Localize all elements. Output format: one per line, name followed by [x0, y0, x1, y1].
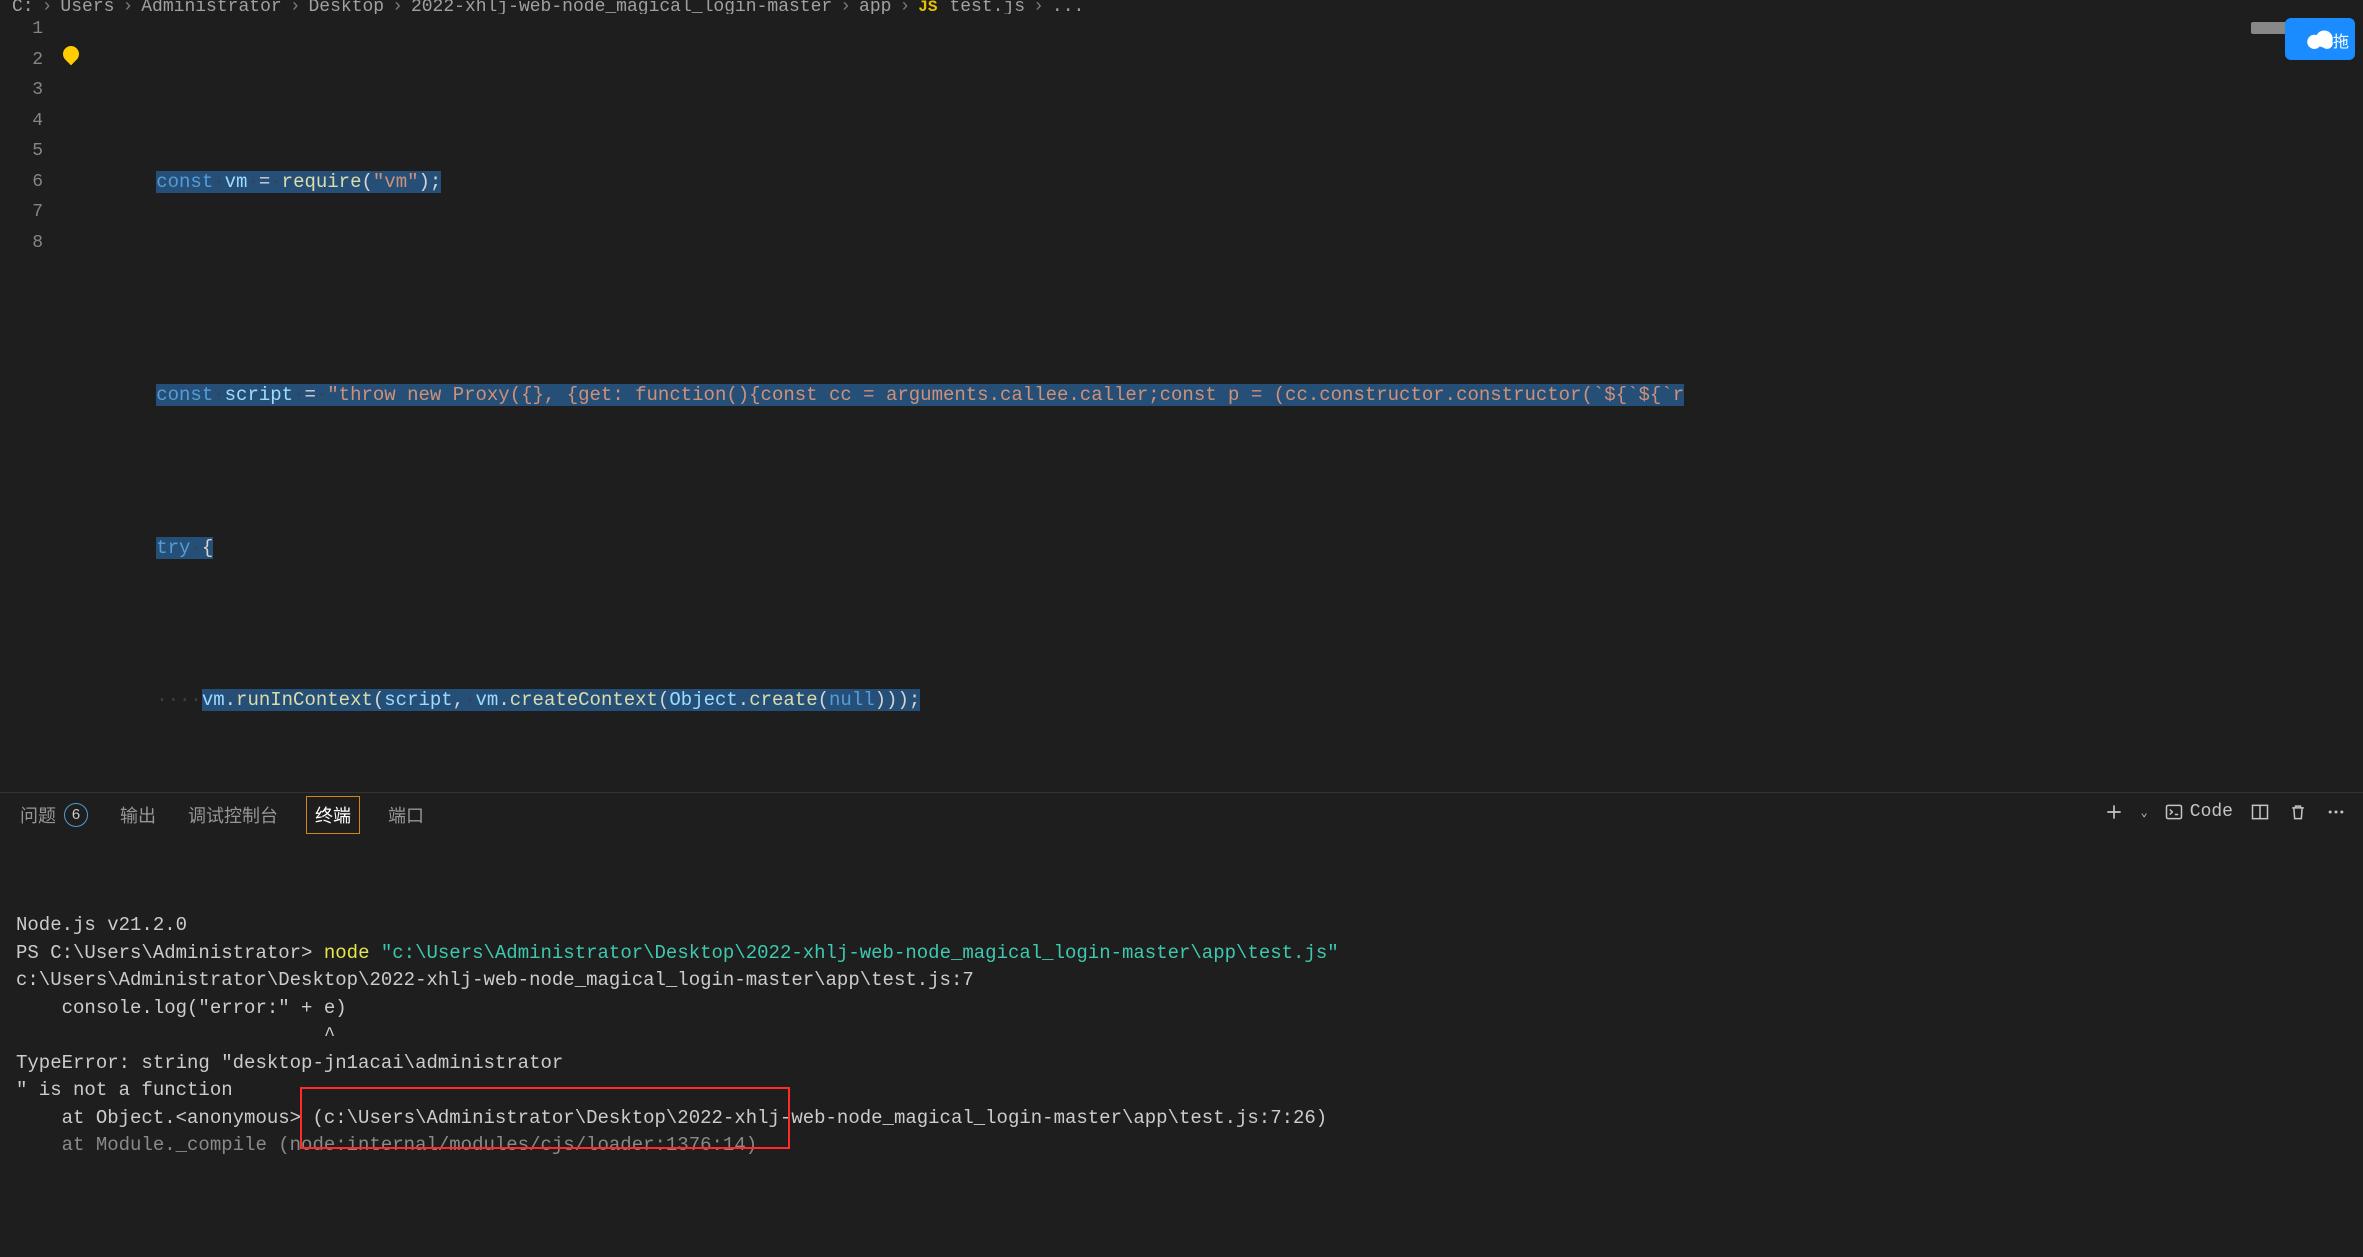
- line-number: 7: [0, 197, 43, 228]
- terminal-line: [16, 885, 2347, 913]
- chevron-right-icon: ›: [392, 0, 403, 14]
- code-content[interactable]: const·vm·=·require("vm"); const·script·=…: [65, 14, 2363, 792]
- terminal-profile-button[interactable]: Code: [2164, 802, 2233, 822]
- plus-icon: [2104, 802, 2124, 822]
- line-number-gutter[interactable]: 1 2 3 4 5 6 7 8: [0, 14, 65, 792]
- line-number: 8: [0, 228, 43, 259]
- line-number: 5: [0, 136, 43, 167]
- terminal-line: ^: [16, 1022, 2347, 1050]
- line-number: 2: [0, 45, 43, 76]
- tab-label: 问题: [20, 802, 56, 828]
- line-number: 1: [0, 14, 43, 45]
- chevron-right-icon: ›: [840, 0, 851, 14]
- terminal-line: c:\Users\Administrator\Desktop\2022-xhlj…: [16, 967, 2347, 995]
- terminal-line: console.log("error:" + e): [16, 995, 2347, 1023]
- chevron-right-icon: ›: [122, 0, 133, 14]
- breadcrumb-part[interactable]: 2022-xhlj-web-node_magical_login-master: [411, 0, 832, 14]
- tab-label: 输出: [120, 802, 156, 828]
- chevron-right-icon: ›: [899, 0, 910, 14]
- problems-count-badge: 6: [64, 803, 88, 827]
- breadcrumb-part[interactable]: app: [859, 0, 891, 14]
- code-line: const·script·=·"throw new Proxy({}, {get…: [65, 350, 2363, 442]
- line-number: 3: [0, 75, 43, 106]
- breadcrumb-part[interactable]: Users: [60, 0, 114, 14]
- breadcrumb-part[interactable]: C:: [12, 0, 34, 14]
- chevron-right-icon: ›: [42, 0, 53, 14]
- chevron-right-icon: ›: [290, 0, 301, 14]
- tab-output[interactable]: 输出: [116, 796, 160, 834]
- terminal-icon: [2164, 802, 2184, 822]
- more-actions-button[interactable]: [2325, 801, 2347, 823]
- breadcrumb-part[interactable]: Administrator: [141, 0, 281, 14]
- code-line: ····vm.runInContext(script,·vm.createCon…: [65, 655, 2363, 747]
- terminal-line: at Object.<anonymous> (c:\Users\Administ…: [16, 1105, 2347, 1133]
- line-number: 4: [0, 106, 43, 137]
- tab-label: 端口: [388, 802, 424, 828]
- terminal-output[interactable]: Node.js v21.2.0PS C:\Users\Administrator…: [0, 837, 2363, 1257]
- chevron-right-icon: ›: [1033, 0, 1044, 14]
- tab-ports[interactable]: 端口: [384, 796, 428, 834]
- code-line: const·vm·=·require("vm");: [65, 136, 2363, 228]
- tab-debug-console[interactable]: 调试控制台: [184, 796, 282, 834]
- new-terminal-button[interactable]: [2103, 801, 2125, 823]
- breadcrumb-part[interactable]: test.js: [949, 0, 1025, 14]
- breadcrumb[interactable]: C: › Users › Administrator › Desktop › 2022-…: [0, 0, 2363, 14]
- breadcrumb-part[interactable]: ...: [1052, 0, 1084, 14]
- panel-tabs: 问题 6 输出 调试控制台 终端 端口 ⌄ Code: [0, 793, 2363, 837]
- line-number: 6: [0, 167, 43, 198]
- terminal-line: PS C:\Users\Administrator> node "c:\User…: [16, 940, 2347, 968]
- kill-terminal-button[interactable]: [2287, 801, 2309, 823]
- terminal-line: TypeError: string "desktop-jn1acai\admin…: [16, 1050, 2347, 1078]
- split-icon: [2250, 802, 2270, 822]
- tab-label: 调试控制台: [188, 802, 278, 828]
- ellipsis-icon: [2326, 802, 2346, 822]
- tab-terminal[interactable]: 终端: [306, 796, 360, 834]
- terminal-line: at Module._compile (node:internal/module…: [16, 1132, 2347, 1160]
- bottom-panel: 问题 6 输出 调试控制台 终端 端口 ⌄ Code: [0, 792, 2363, 1257]
- js-file-icon: JS: [918, 0, 937, 14]
- code-line: try·{: [65, 502, 2363, 594]
- code-editor[interactable]: 拖 1 2 3 4 5 6 7 8 const·vm·=·require("vm…: [0, 14, 2363, 792]
- trash-icon: [2288, 802, 2308, 822]
- tab-problems[interactable]: 问题 6: [16, 796, 92, 834]
- split-terminal-button[interactable]: [2249, 801, 2271, 823]
- tab-label: 终端: [315, 802, 351, 828]
- panel-toolbar: ⌄ Code: [2103, 801, 2347, 823]
- profile-label: Code: [2190, 802, 2233, 822]
- terminal-line: Node.js v21.2.0: [16, 912, 2347, 940]
- breadcrumb-part[interactable]: Desktop: [309, 0, 385, 14]
- chevron-down-icon[interactable]: ⌄: [2141, 805, 2148, 820]
- terminal-line: " is not a function: [16, 1077, 2347, 1105]
